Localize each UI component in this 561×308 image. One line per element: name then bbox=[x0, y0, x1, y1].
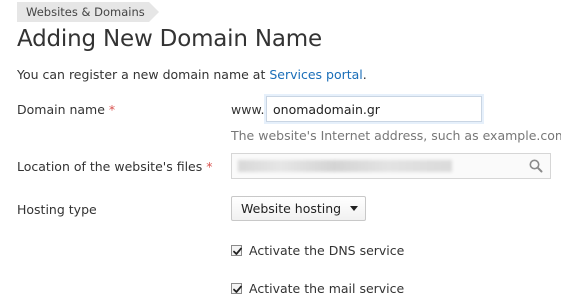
domain-name-input[interactable] bbox=[266, 96, 482, 122]
required-mark: * bbox=[206, 159, 213, 174]
intro-text-suffix: . bbox=[362, 67, 367, 82]
domain-name-label: Domain name * bbox=[17, 102, 115, 117]
hosting-type-selected: Website hosting bbox=[241, 201, 342, 216]
caret-down-icon bbox=[350, 206, 359, 211]
hosting-type-select[interactable]: Website hosting bbox=[231, 196, 367, 221]
search-icon[interactable] bbox=[528, 158, 544, 174]
services-portal-link[interactable]: Services portal bbox=[269, 67, 362, 82]
breadcrumb-item-websites-domains[interactable]: Websites & Domains bbox=[17, 2, 149, 22]
location-label: Location of the website's files * bbox=[17, 159, 212, 174]
domain-name-label-text: Domain name bbox=[17, 102, 105, 117]
dns-service-label: Activate the DNS service bbox=[249, 243, 405, 258]
page-title: Adding New Domain Name bbox=[17, 26, 322, 52]
blurred-path-value bbox=[238, 160, 452, 172]
breadcrumb: Websites & Domains bbox=[17, 2, 159, 22]
www-prefix: www. bbox=[231, 102, 265, 117]
dns-service-option[interactable]: Activate the DNS service bbox=[231, 243, 404, 258]
mail-service-option[interactable]: Activate the mail service bbox=[231, 281, 404, 296]
required-mark: * bbox=[108, 102, 116, 117]
location-label-text: Location of the website's files bbox=[17, 159, 203, 174]
dns-service-checkbox[interactable] bbox=[231, 245, 242, 256]
intro-text: You can register a new domain name at Se… bbox=[17, 67, 367, 82]
breadcrumb-arrow bbox=[148, 2, 159, 22]
hosting-type-label: Hosting type bbox=[17, 202, 97, 217]
domain-name-hint: The website's Internet address, such as … bbox=[231, 128, 561, 143]
location-input[interactable] bbox=[231, 153, 551, 179]
mail-service-label: Activate the mail service bbox=[249, 281, 405, 296]
intro-text-prefix: You can register a new domain name at bbox=[17, 67, 270, 82]
mail-service-checkbox[interactable] bbox=[231, 283, 242, 294]
